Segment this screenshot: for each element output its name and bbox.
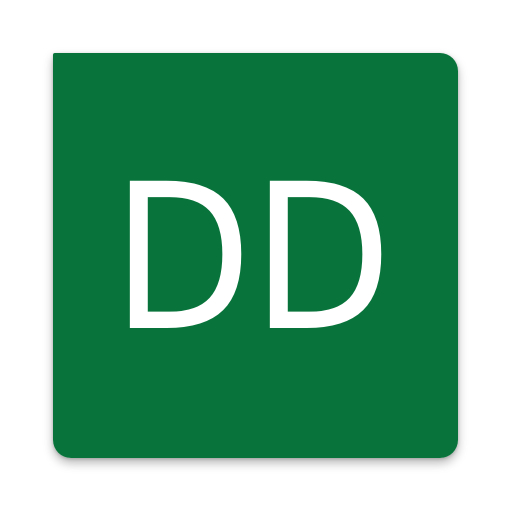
app-icon-tile[interactable]: DD (53, 53, 458, 458)
monogram-svg: DD (53, 53, 458, 458)
app-icon-monogram: DD (112, 140, 392, 376)
icon-canvas: DD (0, 0, 512, 512)
